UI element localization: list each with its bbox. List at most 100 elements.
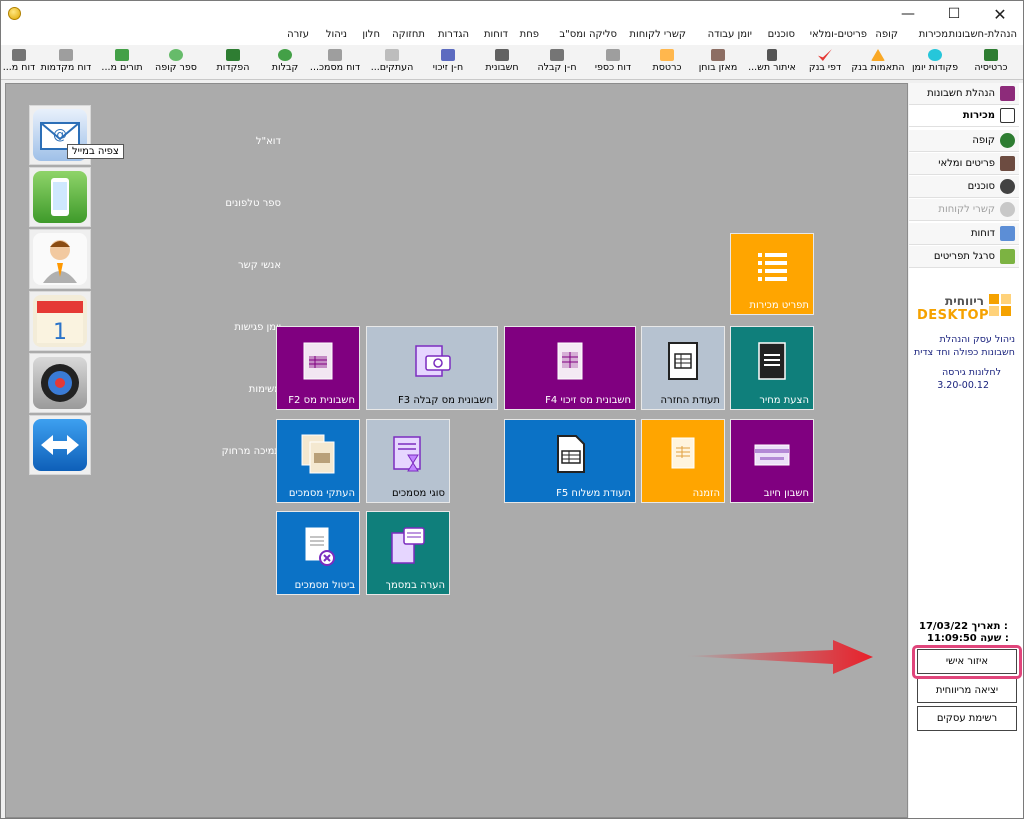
tile-tax-invoice-receipt-f3[interactable]: חשבונית מס קבלה F3 xyxy=(366,326,498,410)
tile-document-types[interactable]: סוגי מסמכים xyxy=(366,419,450,503)
minimize-icon[interactable]: — xyxy=(885,1,931,27)
tb-find-payment[interactable]: איתור תש... xyxy=(743,47,801,79)
tb-journal-entries[interactable]: פקודות יומן xyxy=(907,47,963,79)
tb-deposits[interactable]: הפקדות xyxy=(203,47,263,79)
remote-support-app[interactable] xyxy=(29,415,91,475)
menu-help[interactable]: עזרה xyxy=(287,29,309,40)
menu-customer-relations[interactable]: קשרי לקוחות xyxy=(629,29,686,40)
nav-cash[interactable]: קופה xyxy=(909,130,1019,152)
tb-receipts[interactable]: קבלות xyxy=(263,47,307,79)
svg-text:@: @ xyxy=(53,127,67,143)
nav-inventory[interactable]: פריטים ומלאי xyxy=(909,153,1019,175)
logo-english: DESKTOP xyxy=(917,308,990,323)
receipts-icon xyxy=(278,49,292,61)
copies-icon xyxy=(385,49,399,61)
ledger-icon xyxy=(660,49,674,61)
date-value: 17/03/22 xyxy=(919,621,969,632)
date-row: 17/03/22 תאריך : xyxy=(919,621,1008,632)
tile-return-certificate[interactable]: תעודת החזרה xyxy=(641,326,725,410)
tb-docs-report[interactable]: דוח מסמכ... xyxy=(307,47,363,79)
tb-report-more[interactable]: דוח מ... xyxy=(1,47,37,79)
exit-button[interactable]: יציאה מריווחית xyxy=(917,678,1017,703)
tb-advances-report[interactable]: דוח מקדמות xyxy=(37,47,95,79)
tb-credit-invoice[interactable]: ח-ן זיכוי xyxy=(421,47,475,79)
tile-sales-menu[interactable]: תפריט מכירות xyxy=(730,233,814,315)
menu-sales[interactable]: מכירות xyxy=(919,29,948,40)
sales-icon xyxy=(1000,108,1015,123)
maximize-icon[interactable]: ☐ xyxy=(931,1,977,27)
ledger-card-icon xyxy=(984,49,998,61)
tb-queues[interactable]: תורים מ... xyxy=(95,47,149,79)
nav-reports[interactable]: דוחות xyxy=(909,223,1019,245)
charge-account-icon xyxy=(754,444,790,466)
nav-agents[interactable]: סוכנים xyxy=(909,176,1019,198)
list-icon xyxy=(758,252,787,281)
tile-document-note[interactable]: הערה במסמך xyxy=(366,511,450,595)
menu-bar-icon xyxy=(1000,249,1015,264)
svg-text:1: 1 xyxy=(53,320,67,345)
contact-person-icon xyxy=(33,233,87,285)
time-value: 11:09:50 xyxy=(927,633,977,644)
nav-menu-bar[interactable]: סרגל תפריטים xyxy=(909,246,1019,268)
tile-charge-account[interactable]: חשבון חיוב xyxy=(730,419,814,503)
tb-receipt-invoice[interactable]: ח-ן קבלה xyxy=(529,47,585,79)
menu-work-diary[interactable]: יומן עבודה xyxy=(708,29,752,40)
menu-depreciation[interactable]: פחת xyxy=(520,29,539,40)
tb-bank-reconciliation[interactable]: התאמות בנק xyxy=(849,47,907,79)
order-icon xyxy=(671,437,695,469)
business-list-button[interactable]: רשימת עסקים xyxy=(917,706,1017,731)
tb-trial-balance[interactable]: מאזן בוחן xyxy=(693,47,743,79)
tile-price-quote[interactable]: הצעת מחיר xyxy=(730,326,814,410)
credit-invoice-icon xyxy=(557,342,583,380)
tile-document-copies[interactable]: העתקי מסמכים xyxy=(276,419,360,503)
version-label: לחלונות גירסה xyxy=(941,367,1001,378)
toolbar: כרטיסיה פקודות יומן התאמות בנק דפי בנק א… xyxy=(1,45,1023,80)
nav-accounting[interactable]: הנהלת חשבונות xyxy=(909,83,1019,105)
menu-agents[interactable]: סוכנים xyxy=(768,29,795,40)
tb-ledger[interactable]: כרטסת xyxy=(641,47,693,79)
receipt-icon xyxy=(550,49,564,61)
menu-clearing[interactable]: סליקה ומס"ב xyxy=(559,29,617,40)
tile-delivery-note-f5[interactable]: תעודת משלוח F5 xyxy=(504,419,636,503)
tb-invoice[interactable]: חשבונית xyxy=(475,47,529,79)
tb-copies[interactable]: העתקים... xyxy=(363,47,421,79)
cash-book-icon xyxy=(169,49,183,61)
menu-maintenance[interactable]: תחזוקה xyxy=(392,29,425,40)
tb-financial-report[interactable]: דוח כספי xyxy=(585,47,641,79)
tb-bank-statements[interactable]: דפי בנק xyxy=(801,47,849,79)
calendar-app[interactable]: 1 xyxy=(29,291,91,351)
remote-support-label: תמיכה מרחוק xyxy=(221,446,281,457)
tb-ledger-card[interactable]: כרטיסיה xyxy=(963,47,1019,79)
time-row: 11:09:50 שעה : xyxy=(927,633,1009,644)
version-number: 3.20-00.12 xyxy=(937,380,989,391)
calendar-label: יומן פגישות xyxy=(234,322,281,333)
menu-manage[interactable]: ניהול xyxy=(326,29,347,40)
tile-order[interactable]: הזמנה xyxy=(641,419,725,503)
phonebook-label: ספר טלפונים xyxy=(225,198,281,209)
tile-tax-invoice-f2[interactable]: חשבונית מס F2 xyxy=(276,326,360,410)
report-icon xyxy=(328,49,342,61)
tb-cash-book[interactable]: ספר קופה xyxy=(149,47,203,79)
quote-icon xyxy=(758,342,786,381)
menu-reports[interactable]: דוחות xyxy=(484,29,508,40)
menu-accounting[interactable]: הנהלת-חשבונות xyxy=(949,29,1017,40)
menu-settings[interactable]: הגדרות xyxy=(438,29,469,40)
target-icon xyxy=(33,357,87,409)
telescope-icon xyxy=(767,49,777,61)
logo-hebrew: ריווחית xyxy=(945,294,984,308)
phonebook-app[interactable] xyxy=(29,167,91,227)
tasks-app[interactable] xyxy=(29,353,91,413)
menu-items-inventory[interactable]: פריטים-ומלאי xyxy=(810,29,867,40)
close-icon[interactable]: ✕ xyxy=(977,1,1023,27)
tile-cancel-documents[interactable]: ביטול מסמכים xyxy=(276,511,360,595)
invoice-icon xyxy=(495,49,509,61)
receipt-invoice-icon xyxy=(415,345,451,378)
contacts-app[interactable] xyxy=(29,229,91,289)
menu-window[interactable]: חלון xyxy=(362,29,380,40)
menu-cash[interactable]: קופה xyxy=(875,29,898,40)
warning-icon xyxy=(871,49,885,61)
tile-credit-invoice-f4[interactable]: חשבונית מס זיכוי F4 xyxy=(504,326,636,410)
nav-sales[interactable]: מכירות xyxy=(909,105,1019,127)
reports-icon xyxy=(1000,226,1015,241)
app-icon xyxy=(8,7,21,20)
